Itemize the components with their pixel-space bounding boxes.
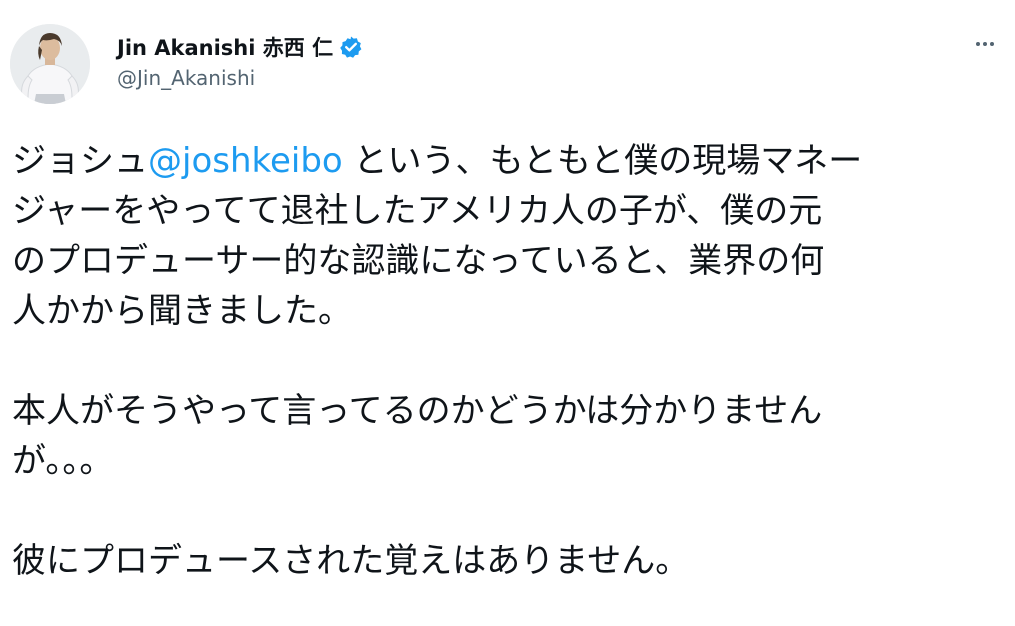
tweet-line: 本人がそうやって言ってるのかどうかは分かりません [12, 391, 823, 431]
paragraph-break [12, 336, 1002, 386]
more-options-icon [976, 42, 994, 46]
tweet-text: ジョシュ@joshkeibo という、もともと僕の現場マネー ジャーをやってて退… [12, 136, 1002, 586]
author-handle[interactable]: @Jin_Akanishi [117, 66, 363, 90]
tweet-header: Jin Akanishi 赤西 仁 @Jin_Akanishi [10, 24, 1005, 104]
tweet-line: 彼にプロデュースされた覚えはありません。 [12, 541, 690, 581]
mention-link[interactable]: @joshkeibo [148, 141, 343, 181]
avatar-photo [10, 24, 90, 104]
avatar[interactable] [10, 24, 90, 104]
verified-badge-icon [339, 35, 363, 59]
author-names: Jin Akanishi 赤西 仁 @Jin_Akanishi [117, 32, 363, 90]
tweet-text-segment: ジョシュ [12, 141, 148, 181]
display-name[interactable]: Jin Akanishi 赤西 仁 [117, 32, 333, 62]
tweet-line: が。。。 [12, 441, 114, 481]
display-name-row: Jin Akanishi 赤西 仁 [117, 32, 363, 62]
tweet-line: ジョシュ@joshkeibo という、もともと僕の現場マネー [12, 136, 1002, 186]
tweet-line: のプロデューサー的な認識になっていると、業界の何 [12, 241, 825, 281]
more-options-button[interactable] [965, 30, 1005, 58]
paragraph-break [12, 486, 1002, 536]
tweet-line: 人かから聞きました。 [12, 291, 352, 331]
tweet-line: ジャーをやってて退社したアメリカ人の子が、僕の元 [12, 191, 823, 231]
tweet-text-segment: という、もともと僕の現場マネー [342, 141, 863, 181]
